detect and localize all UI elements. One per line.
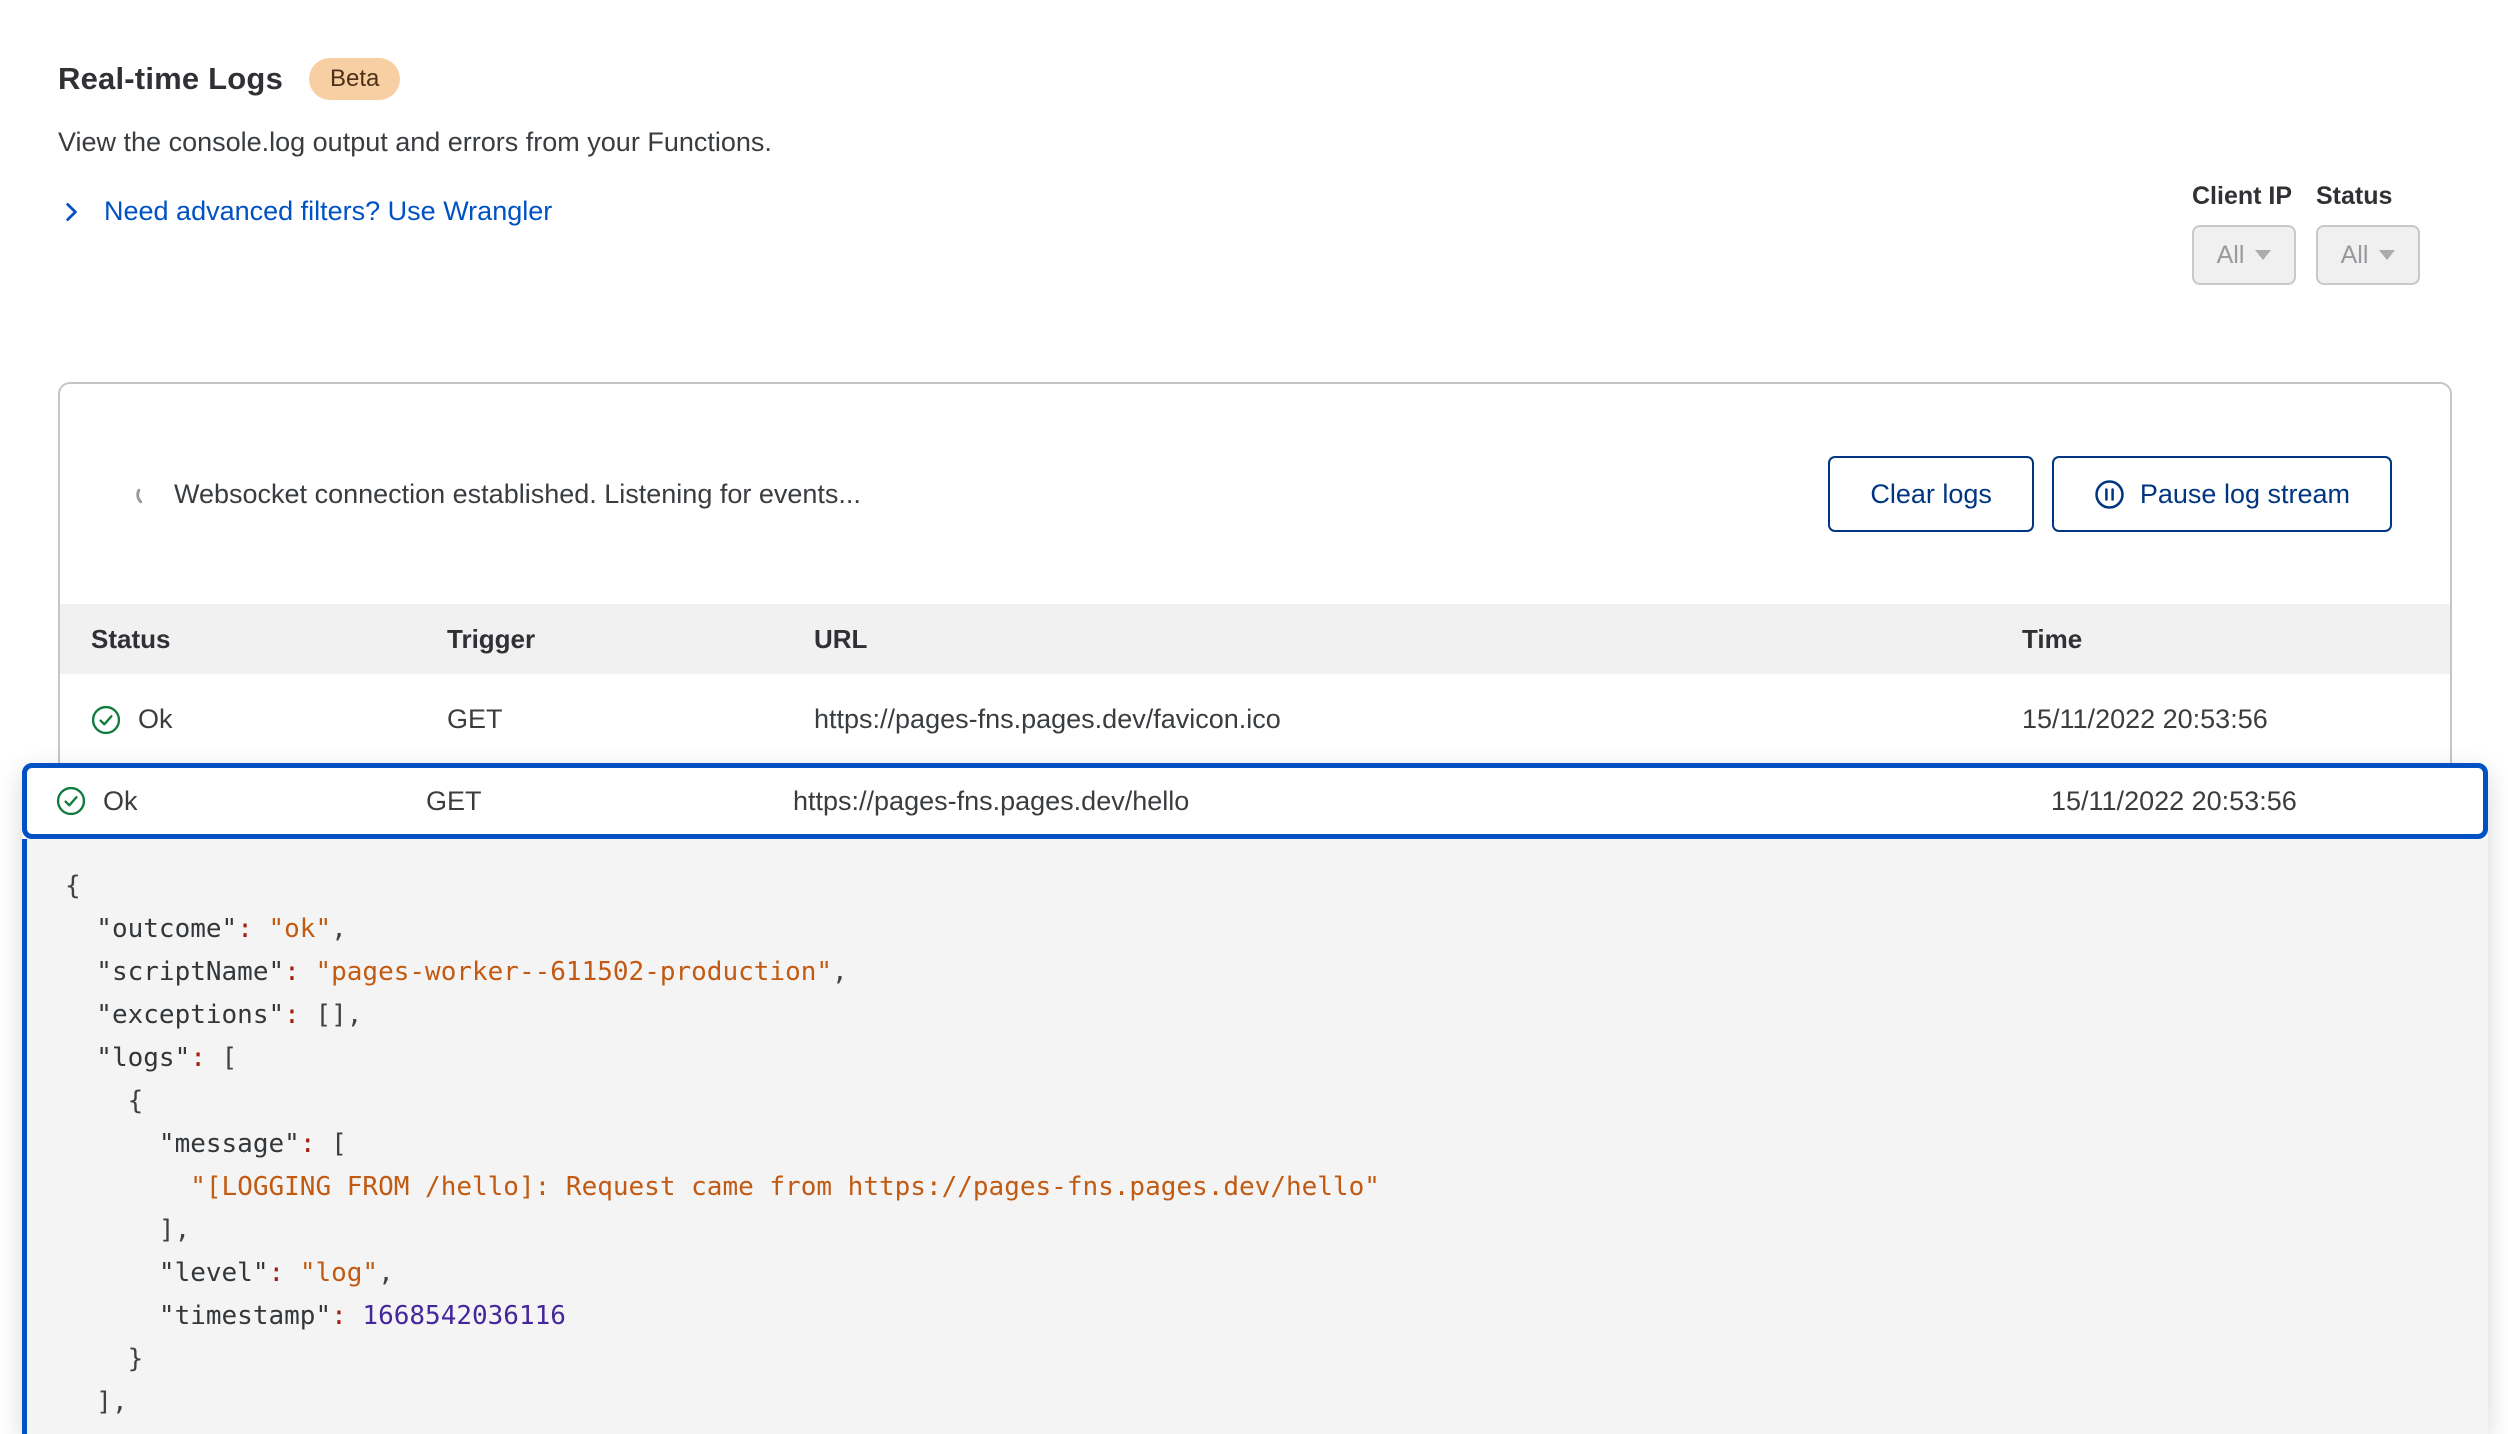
json-line: "timestamp": 1668542036116	[65, 1295, 2468, 1338]
connection-status: Websocket connection established. Listen…	[134, 479, 861, 510]
status-cell: Ok	[56, 786, 426, 817]
column-header-status: Status	[91, 624, 447, 655]
check-circle-icon	[91, 705, 121, 735]
json-line: ],	[65, 1209, 2468, 1252]
json-line: "level": "log",	[65, 1252, 2468, 1295]
status-filter-label: Status	[2316, 182, 2420, 211]
toolbar-actions: Clear logs Pause log stream	[1828, 456, 2392, 532]
url-cell: https://pages-fns.pages.dev/favicon.ico	[814, 704, 2022, 735]
column-header-url: URL	[814, 624, 2022, 655]
chevron-right-icon	[58, 199, 84, 225]
trigger-cell: GET	[447, 704, 814, 735]
status-value: Ok	[138, 704, 173, 735]
page-description: View the console.log output and errors f…	[58, 127, 772, 158]
status-filter-value: All	[2341, 241, 2369, 270]
wrangler-link-label: Need advanced filters? Use Wrangler	[104, 196, 552, 227]
json-line: "message": [	[65, 1123, 2468, 1166]
logs-toolbar: Websocket connection established. Listen…	[60, 384, 2450, 604]
time-cell: 15/11/2022 20:53:56	[2051, 786, 2483, 817]
json-line: "exceptions": [],	[65, 994, 2468, 1037]
json-line: "scriptName": "pages-worker--611502-prod…	[65, 951, 2468, 994]
json-line: "[LOGGING FROM /hello]: Request came fro…	[65, 1166, 2468, 1209]
client-ip-value: All	[2217, 241, 2245, 270]
table-row-expanded[interactable]: Ok GET https://pages-fns.pages.dev/hello…	[22, 763, 2488, 839]
pause-log-stream-button[interactable]: Pause log stream	[2052, 456, 2392, 532]
json-line: }	[65, 1338, 2468, 1381]
beta-badge: Beta	[309, 58, 400, 100]
trigger-cell: GET	[426, 786, 793, 817]
connection-status-text: Websocket connection established. Listen…	[174, 479, 861, 510]
status-filter: Status All	[2316, 182, 2420, 285]
chevron-down-icon	[2255, 250, 2271, 260]
expanded-log-entry: Ok GET https://pages-fns.pages.dev/hello…	[22, 763, 2488, 1434]
column-header-trigger: Trigger	[447, 624, 814, 655]
client-ip-dropdown[interactable]: All	[2192, 225, 2296, 285]
spinner-icon	[134, 482, 158, 506]
time-cell: 15/11/2022 20:53:56	[2022, 704, 2422, 735]
filters: Client IP All Status All	[2192, 182, 2420, 285]
clear-logs-button[interactable]: Clear logs	[1828, 456, 2034, 532]
chevron-down-icon	[2379, 250, 2395, 260]
status-value: Ok	[103, 786, 138, 817]
status-dropdown[interactable]: All	[2316, 225, 2420, 285]
url-cell: https://pages-fns.pages.dev/hello	[793, 786, 2051, 817]
client-ip-label: Client IP	[2192, 182, 2296, 211]
json-line: {	[65, 865, 2468, 908]
table-header: Status Trigger URL Time	[60, 604, 2450, 674]
json-line: {	[65, 1080, 2468, 1123]
check-circle-icon	[56, 786, 86, 816]
pause-log-stream-label: Pause log stream	[2140, 479, 2350, 510]
clear-logs-label: Clear logs	[1870, 479, 1992, 510]
pause-icon	[2094, 479, 2125, 510]
client-ip-filter: Client IP All	[2192, 182, 2296, 285]
page-header: Real-time Logs Beta	[58, 58, 400, 100]
log-detail-json: { "outcome": "ok", "scriptName": "pages-…	[22, 839, 2488, 1434]
realtime-logs-page: Real-time Logs Beta View the console.log…	[0, 0, 2508, 1434]
page-title: Real-time Logs	[58, 61, 283, 97]
table-row[interactable]: Ok GET https://pages-fns.pages.dev/favic…	[60, 674, 2450, 765]
wrangler-link[interactable]: Need advanced filters? Use Wrangler	[58, 196, 552, 227]
column-header-time: Time	[2022, 624, 2422, 655]
status-cell: Ok	[91, 704, 447, 735]
json-line: "outcome": "ok",	[65, 908, 2468, 951]
json-line: ],	[65, 1381, 2468, 1424]
json-line: "logs": [	[65, 1037, 2468, 1080]
